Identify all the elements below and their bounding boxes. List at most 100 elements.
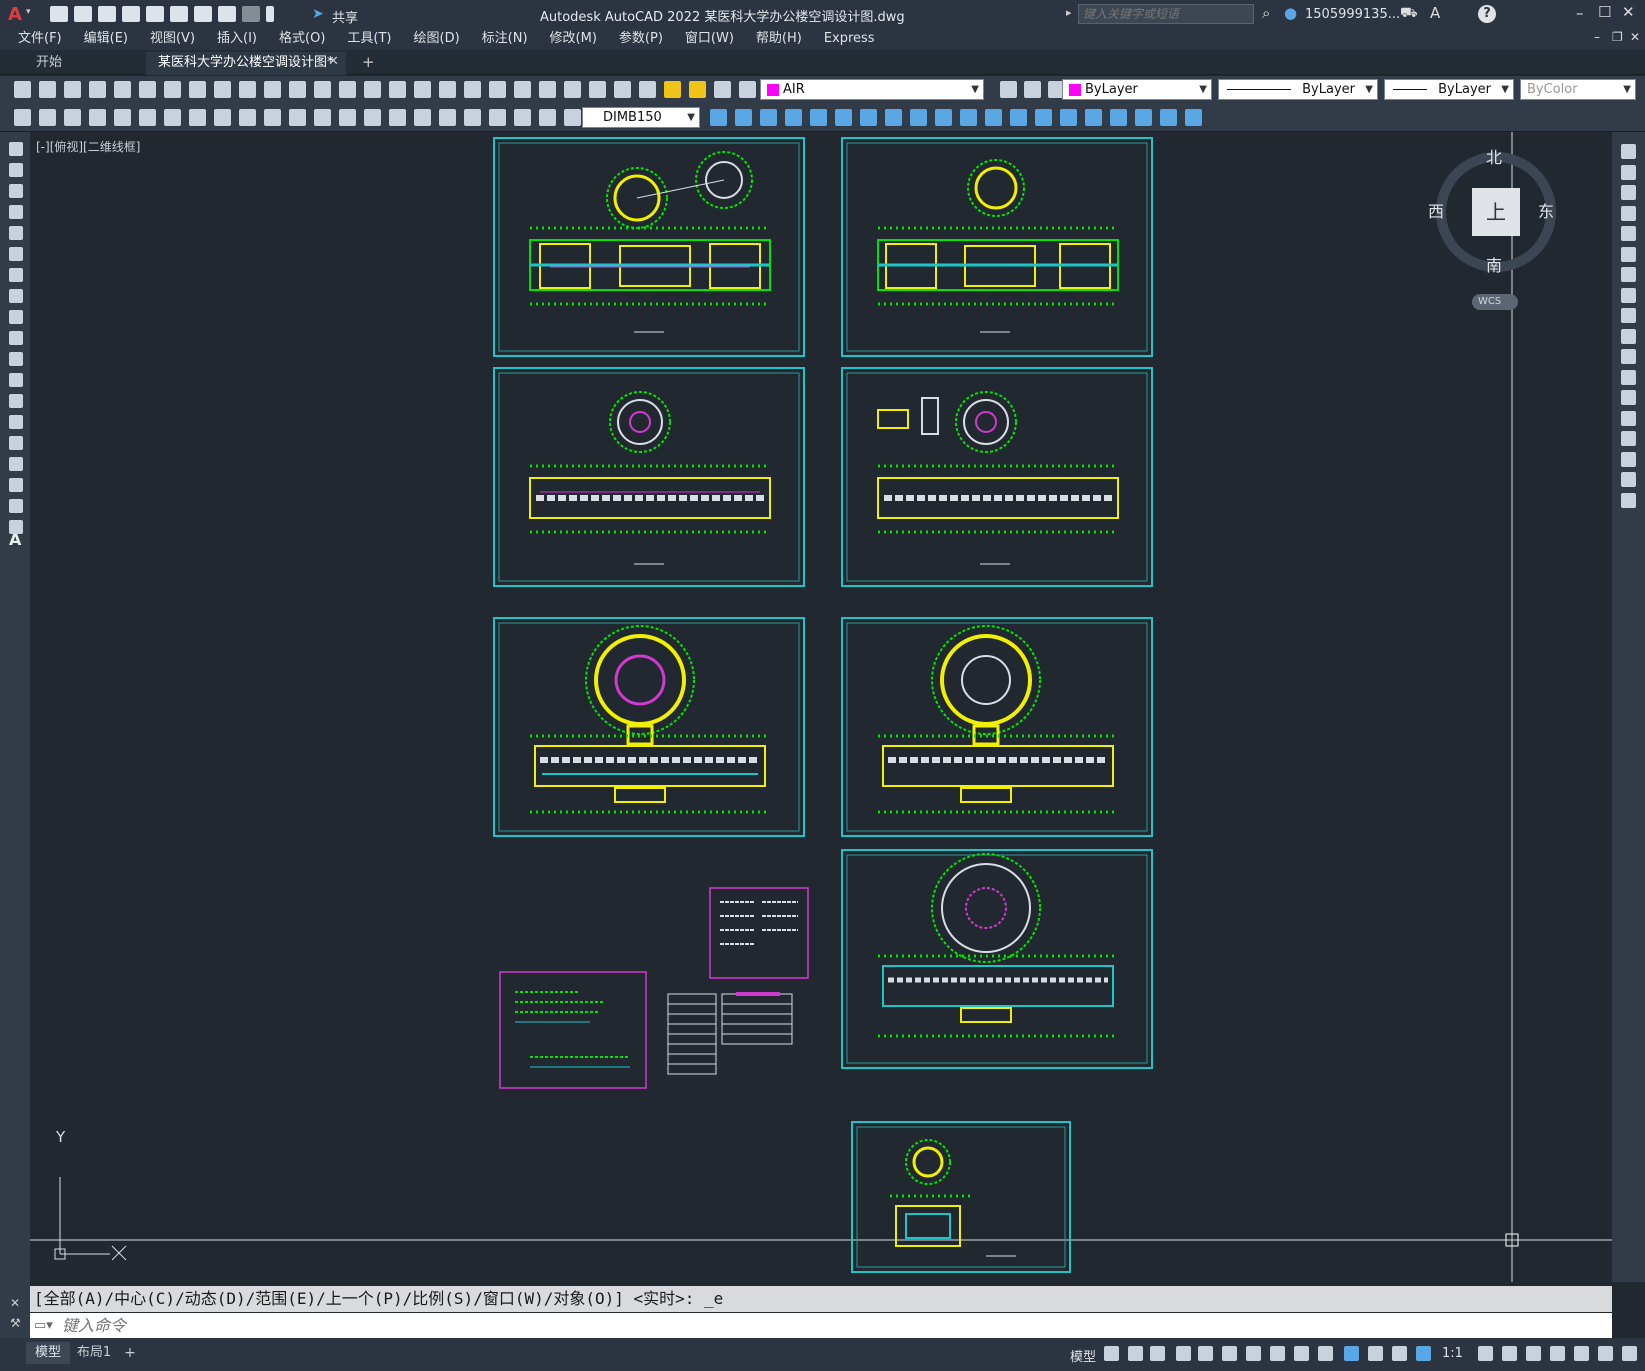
draw-tool-14-icon[interactable] [9, 436, 23, 450]
modify-tool-20-icon[interactable] [514, 109, 531, 126]
status-toggle-7-icon[interactable] [1270, 1346, 1285, 1361]
drawing-sheet-7[interactable] [841, 849, 1153, 1069]
modify-panel-tool-14-icon[interactable] [1621, 431, 1636, 446]
status-toggle-0-icon[interactable] [1104, 1346, 1119, 1361]
standard-tool-18-icon[interactable] [464, 81, 481, 98]
layer-tool-1-icon[interactable] [1024, 81, 1041, 98]
modify-tool-26-icon[interactable] [785, 109, 802, 126]
autodesk-app-icon[interactable]: A [1430, 4, 1440, 22]
standard-tool-0-icon[interactable] [14, 81, 31, 98]
drawing-sheet-1[interactable] [493, 137, 805, 357]
drawing-sheet-2[interactable] [841, 137, 1153, 357]
status-toggle-9-icon[interactable] [1318, 1346, 1333, 1361]
draw-tool-13-icon[interactable] [9, 415, 23, 429]
wcs-menu[interactable]: WCS [1472, 294, 1518, 310]
modify-tool-25-icon[interactable] [760, 109, 777, 126]
standard-tool-27-icon[interactable] [689, 81, 706, 98]
status-toggle-15-icon[interactable] [1502, 1346, 1517, 1361]
search-input[interactable] [1078, 4, 1254, 24]
standard-tool-9-icon[interactable] [239, 81, 256, 98]
maximize-icon[interactable]: ☐ [1598, 3, 1611, 21]
menu-item-1[interactable]: 编辑(E) [84, 28, 128, 50]
save-icon[interactable] [98, 6, 116, 22]
standard-tool-19-icon[interactable] [489, 81, 506, 98]
color-dropdown[interactable]: ByLayer ▼ [1062, 79, 1212, 100]
modify-tool-42-icon[interactable] [1185, 109, 1202, 126]
draw-tool-10-icon[interactable] [9, 352, 23, 366]
modify-tool-19-icon[interactable] [489, 109, 506, 126]
standard-tool-20-icon[interactable] [514, 81, 531, 98]
drawing-sheet-6[interactable] [841, 617, 1153, 837]
modify-tool-18-icon[interactable] [464, 109, 481, 126]
standard-tool-22-icon[interactable] [564, 81, 581, 98]
layer-tool-0-icon[interactable] [1000, 81, 1017, 98]
modify-panel-tool-15-icon[interactable] [1621, 451, 1636, 467]
status-toggle-20-icon[interactable] [1622, 1346, 1637, 1361]
modify-tool-4-icon[interactable] [114, 109, 131, 126]
app-menu-chevron-icon[interactable]: ▾ [26, 7, 31, 17]
lineweight-dropdown[interactable]: ByLayer ▼ [1384, 79, 1514, 100]
standard-tool-8-icon[interactable] [214, 81, 231, 98]
command-recent-icon[interactable]: ▭▾ [34, 1313, 53, 1338]
modify-tool-34-icon[interactable] [985, 109, 1002, 126]
modify-panel-tool-12-icon[interactable] [1621, 390, 1636, 405]
modify-tool-8-icon[interactable] [214, 109, 231, 126]
model-space-button[interactable]: 模型 [1070, 1346, 1096, 1365]
draw-tool-12-icon[interactable] [9, 394, 23, 408]
plot-icon[interactable] [194, 6, 212, 22]
modify-tool-21-icon[interactable] [539, 109, 556, 126]
modify-panel-tool-5-icon[interactable] [1621, 246, 1636, 262]
tab-close-icon[interactable]: ✕ [328, 54, 339, 69]
equipment-table-2[interactable] [721, 992, 793, 1045]
new-tab-button[interactable]: + [362, 53, 375, 71]
draw-tool-1-icon[interactable] [9, 163, 23, 177]
modify-tool-10-icon[interactable] [264, 109, 281, 126]
status-toggle-18-icon[interactable] [1574, 1346, 1589, 1361]
standard-tool-16-icon[interactable] [414, 81, 431, 98]
close-command-line-icon[interactable]: ✕ [10, 1296, 20, 1310]
modify-tool-31-icon[interactable] [910, 109, 927, 126]
open-from-web-icon[interactable] [146, 6, 164, 22]
status-toggle-11-icon[interactable] [1368, 1346, 1383, 1361]
status-toggle-3-icon[interactable] [1176, 1346, 1191, 1361]
layout-tab-1[interactable]: 布局1 [72, 1342, 116, 1364]
modify-tool-3-icon[interactable] [89, 109, 106, 126]
autocad-logo-icon[interactable]: A [8, 4, 22, 25]
modify-tool-7-icon[interactable] [189, 109, 206, 126]
user-name[interactable]: 1505999135... [1305, 7, 1400, 22]
draw-tool-11-icon[interactable] [9, 373, 23, 387]
save-as-icon[interactable] [122, 6, 140, 22]
standard-tool-17-icon[interactable] [439, 81, 456, 98]
standard-tool-25-icon[interactable] [639, 81, 656, 98]
layout-tab-model[interactable]: 模型 [26, 1342, 70, 1364]
draw-tool-2-icon[interactable] [9, 184, 23, 198]
modify-tool-5-icon[interactable] [139, 109, 156, 126]
modify-tool-30-icon[interactable] [885, 109, 902, 126]
modify-panel-tool-9-icon[interactable] [1621, 328, 1636, 344]
standard-tool-23-icon[interactable] [589, 81, 606, 98]
customize-qat-icon[interactable] [266, 6, 274, 22]
modify-panel-tool-16-icon[interactable] [1621, 472, 1636, 487]
status-toggle-17-icon[interactable] [1550, 1346, 1565, 1361]
menu-item-0[interactable]: 文件(F) [18, 28, 62, 50]
add-layout-button[interactable]: + [120, 1342, 140, 1364]
modify-panel-tool-7-icon[interactable] [1621, 287, 1636, 303]
viewcube-west[interactable]: 西 [1428, 198, 1444, 222]
modify-panel-tool-13-icon[interactable] [1621, 410, 1636, 426]
user-icon[interactable]: ● [1284, 4, 1297, 22]
standard-tool-2-icon[interactable] [64, 81, 81, 98]
status-toggle-6-icon[interactable] [1246, 1346, 1261, 1361]
command-input[interactable] [62, 1315, 1562, 1336]
annotation-scale[interactable]: 1:1 [1442, 1346, 1463, 1361]
modify-panel-tool-6-icon[interactable] [1621, 267, 1636, 282]
modify-tool-41-icon[interactable] [1160, 109, 1177, 126]
modify-tool-36-icon[interactable] [1035, 109, 1052, 126]
minimize-icon[interactable]: – [1576, 4, 1584, 22]
modify-panel-tool-4-icon[interactable] [1621, 226, 1636, 241]
viewcube-north[interactable]: 北 [1486, 144, 1502, 168]
standard-tool-4-icon[interactable] [114, 81, 131, 98]
standard-tool-13-icon[interactable] [339, 81, 356, 98]
draw-tool-6-icon[interactable] [9, 268, 23, 282]
help-icon[interactable]: ? [1478, 5, 1496, 23]
standard-tool-3-icon[interactable] [89, 81, 106, 98]
